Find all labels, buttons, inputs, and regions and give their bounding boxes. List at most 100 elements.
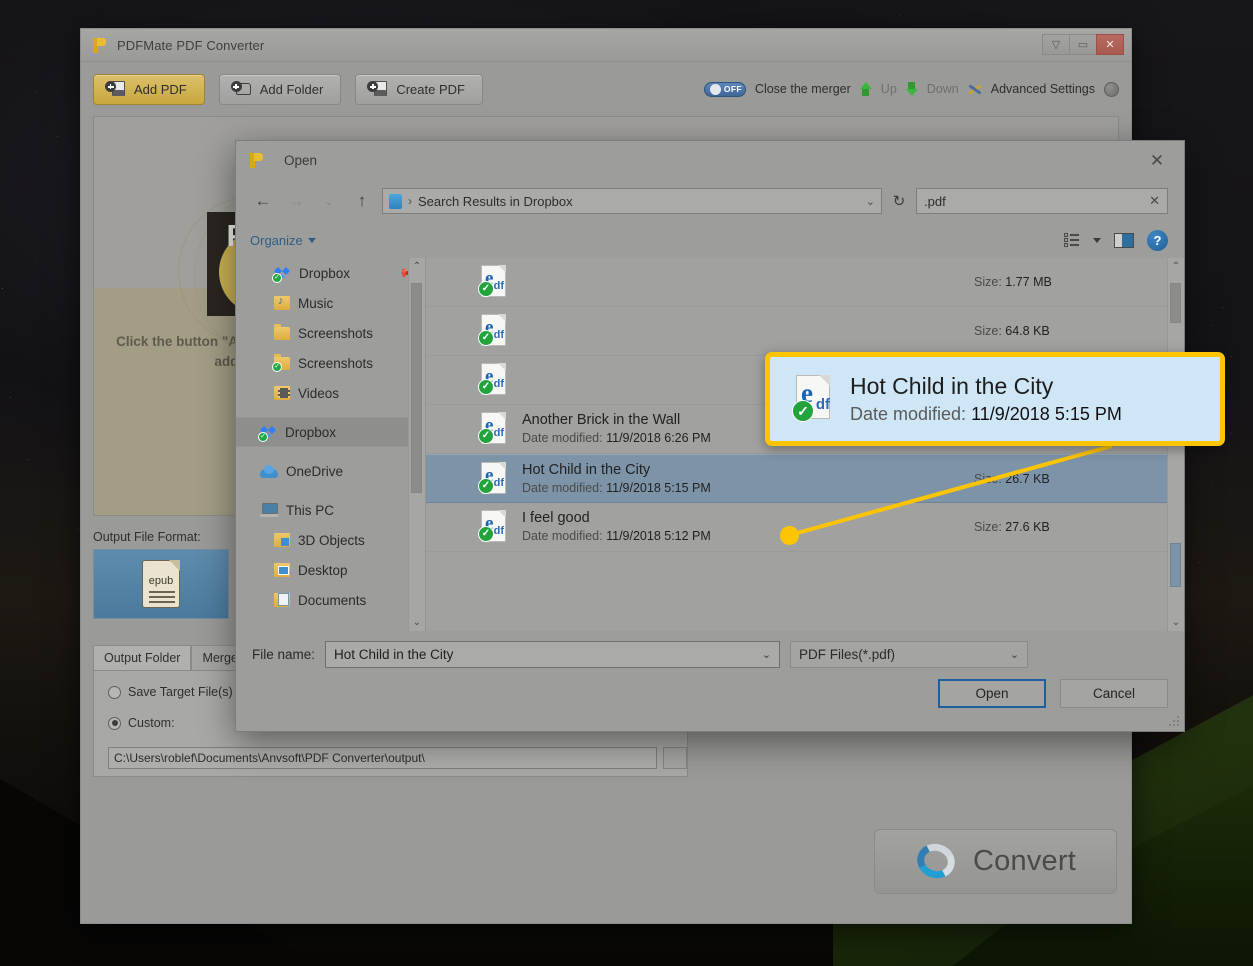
add-pdf-button[interactable]: Add PDF xyxy=(93,74,205,105)
organize-button[interactable]: Organize xyxy=(250,233,316,248)
forward-icon[interactable]: → xyxy=(283,188,309,214)
sidebar-item-desktop[interactable]: Desktop xyxy=(236,555,425,585)
merger-toggle[interactable]: OFF xyxy=(704,82,746,97)
app-title: PDFMate PDF Converter xyxy=(117,38,264,53)
organize-label: Organize xyxy=(250,233,303,248)
scroll-up-icon[interactable]: ⌃ xyxy=(409,258,426,275)
date-label: Date modified: xyxy=(522,481,603,495)
output-path-input[interactable]: C:\Users\roblef\Documents\Anvsoft\PDF Co… xyxy=(108,747,657,769)
convert-label: Convert xyxy=(973,845,1076,878)
table-row[interactable]: e df ✓ I feel good Date modified: 11/9/20… xyxy=(426,503,1184,552)
tab-output-folder[interactable]: Output Folder xyxy=(93,645,191,670)
chevron-down-icon[interactable]: ⌄ xyxy=(762,648,771,661)
file-meta: I feel good Date modified: 11/9/2018 5:1… xyxy=(522,509,974,545)
search-clear-icon[interactable]: ✕ xyxy=(1149,193,1160,209)
filename-value: Hot Child in the City xyxy=(334,647,453,662)
music-folder-icon xyxy=(274,296,290,310)
app-titlebar: PDFMate PDF Converter ▽ ▭ ✕ xyxy=(81,29,1131,62)
file-name: Hot Child in the City xyxy=(522,461,974,480)
filetype-value: PDF Files(*.pdf) xyxy=(799,647,895,662)
maximize-button[interactable]: ▭ xyxy=(1069,34,1097,55)
drive-icon xyxy=(389,194,402,209)
sidebar-scrollbar[interactable]: ⌃ ⌄ xyxy=(408,258,425,631)
advanced-settings-icon[interactable] xyxy=(968,82,982,96)
create-pdf-label: Create PDF xyxy=(396,82,465,97)
toggle-knob xyxy=(710,84,721,95)
sidebar-item-screenshots-1[interactable]: Screenshots xyxy=(236,318,425,348)
sidebar-item-music[interactable]: Music xyxy=(236,288,425,318)
help-icon[interactable]: ? xyxy=(1147,230,1168,251)
sidebar-label: Dropbox xyxy=(285,425,336,440)
preview-pane-icon[interactable] xyxy=(1114,233,1134,248)
search-input[interactable]: .pdf ✕ xyxy=(916,188,1168,214)
merger-label: Close the merger xyxy=(755,82,851,96)
sidebar-item-this-pc[interactable]: This PC xyxy=(236,495,425,525)
chevron-down-icon[interactable]: ⌄ xyxy=(1010,648,1019,661)
minimize-button[interactable]: ▽ xyxy=(1042,34,1070,55)
pdf-file-icon: e df ✓ xyxy=(478,265,508,299)
filetype-select[interactable]: PDF Files(*.pdf) ⌄ xyxy=(790,641,1028,668)
refresh-icon[interactable]: ↻ xyxy=(889,192,909,210)
move-down-icon[interactable] xyxy=(906,82,918,96)
table-row[interactable]: e df ✓ Hot Child in the City Date modifie… xyxy=(426,454,1184,503)
create-pdf-button[interactable]: Create PDF xyxy=(355,74,483,105)
app-logo-icon xyxy=(91,37,108,54)
move-down-label[interactable]: Down xyxy=(927,82,959,96)
pdf-file-icon: e df ✓ xyxy=(478,314,508,348)
sidebar-item-videos[interactable]: Videos xyxy=(236,378,425,408)
sidebar-item-dropbox[interactable]: ✓ Dropbox xyxy=(236,417,425,447)
file-list-scroll-marker-top xyxy=(1170,283,1181,323)
output-format-epub[interactable]: epub xyxy=(93,549,229,619)
size-value: 1.77 MB xyxy=(1005,275,1052,289)
move-up-icon[interactable] xyxy=(860,82,872,96)
table-row[interactable]: e df ✓ Size: 1.77 MB xyxy=(426,258,1184,307)
convert-button[interactable]: Convert xyxy=(874,829,1117,894)
help-icon[interactable] xyxy=(1104,82,1119,97)
date-value: 11/9/2018 5:12 PM xyxy=(606,529,711,543)
toolbar-right-group: OFF Close the merger Up Down Advanced Se… xyxy=(704,82,1119,97)
advanced-settings-label[interactable]: Advanced Settings xyxy=(991,82,1095,96)
breadcrumb-bar[interactable]: › Search Results in Dropbox ⌄ xyxy=(382,188,882,214)
file-size: Size: 27.6 KB xyxy=(974,520,1184,534)
sidebar-item-3d-objects[interactable]: 3D Objects xyxy=(236,525,425,555)
dialog-titlebar: Open ✕ xyxy=(236,141,1184,180)
dialog-resize-grip[interactable] xyxy=(1169,716,1181,728)
cancel-button[interactable]: Cancel xyxy=(1060,679,1168,708)
browse-output-path-button[interactable] xyxy=(663,747,687,769)
view-mode-chevron-down-icon[interactable] xyxy=(1093,238,1101,243)
sync-check-badge-icon: ✓ xyxy=(272,273,282,283)
sidebar-scrollbar-thumb[interactable] xyxy=(411,283,422,493)
table-row[interactable]: e df ✓ Size: 64.8 KB xyxy=(426,307,1184,356)
filename-input[interactable]: Hot Child in the City ⌄ xyxy=(325,641,780,668)
dialog-close-icon[interactable]: ✕ xyxy=(1140,148,1174,174)
pdf-file-icon: e df ✓ xyxy=(478,363,508,397)
sidebar-label: Screenshots xyxy=(298,356,373,371)
sidebar-label: Videos xyxy=(298,386,339,401)
back-icon[interactable]: ← xyxy=(250,188,276,214)
add-folder-button[interactable]: Add Folder xyxy=(219,74,342,105)
scroll-down-icon[interactable]: ⌄ xyxy=(1168,614,1185,631)
breadcrumb-chevron-down-icon[interactable]: ⌄ xyxy=(866,195,875,208)
sidebar-item-dropbox-quick[interactable]: ✓ Dropbox 📌 xyxy=(236,258,425,288)
size-label: Size: xyxy=(974,472,1002,486)
file-list-scroll-marker-selected xyxy=(1170,543,1181,587)
view-mode-icon[interactable] xyxy=(1064,233,1080,247)
scroll-down-icon[interactable]: ⌄ xyxy=(409,614,426,631)
sidebar-item-documents[interactable]: Documents xyxy=(236,585,425,615)
close-button[interactable]: ✕ xyxy=(1096,34,1124,55)
sidebar-item-onedrive[interactable]: OneDrive xyxy=(236,456,425,486)
open-button[interactable]: Open xyxy=(938,679,1046,708)
sidebar-item-screenshots-2[interactable]: ✓ Screenshots xyxy=(236,348,425,378)
file-size: Size: 1.77 MB xyxy=(974,275,1184,289)
pdf-file-icon: e df ✓ xyxy=(478,510,508,544)
radio-source-indicator xyxy=(108,686,121,699)
up-one-level-icon[interactable]: ↑ xyxy=(349,188,375,214)
recent-locations-icon[interactable]: ⌄ xyxy=(316,188,342,214)
window-controls: ▽ ▭ ✕ xyxy=(1043,34,1124,56)
sync-check-badge-icon: ✓ xyxy=(478,478,494,494)
size-label: Size: xyxy=(974,275,1002,289)
callout-date-label: Date modified: xyxy=(850,404,966,424)
scroll-up-icon[interactable]: ⌃ xyxy=(1168,258,1185,275)
sidebar-label: Music xyxy=(298,296,333,311)
move-up-label[interactable]: Up xyxy=(881,82,897,96)
